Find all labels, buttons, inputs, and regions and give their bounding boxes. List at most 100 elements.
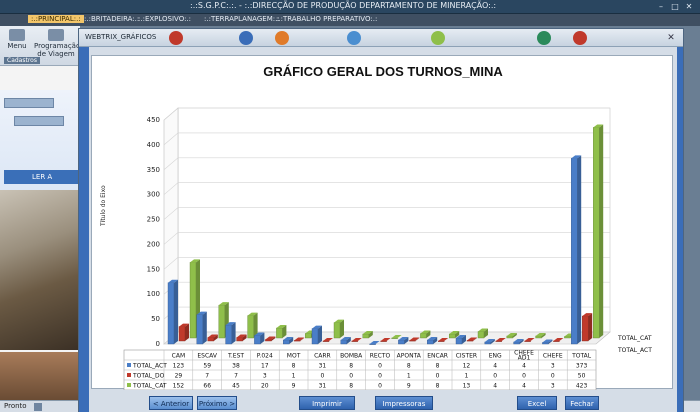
data-label: 38 — [232, 363, 240, 370]
bar-total_cat — [391, 337, 398, 339]
book-icon[interactable] — [573, 31, 587, 45]
data-label: 1 — [464, 373, 468, 380]
globe-icon[interactable] — [347, 31, 361, 45]
y-tick-label: 250 — [147, 216, 160, 224]
data-label: 8 — [349, 383, 353, 390]
data-label: 13 — [463, 383, 471, 390]
world-icon[interactable] — [537, 31, 551, 45]
menu-principal[interactable]: :.:PRINCIPAL:.: — [28, 15, 84, 23]
bar-total_do — [380, 340, 387, 342]
tool-icon[interactable] — [431, 31, 445, 45]
data-label: 8 — [436, 383, 440, 390]
bar-total_cat — [276, 327, 283, 339]
data-label: 8 — [292, 363, 296, 370]
stop-icon[interactable] — [169, 31, 183, 45]
bar-total_do — [178, 326, 186, 342]
bar-total_cat — [189, 262, 197, 339]
chart-area: GRÁFICO GERAL DOS TURNOS_MINA Título do … — [91, 55, 673, 390]
bar-total_act — [484, 341, 491, 345]
printers-button[interactable]: Impressoras — [375, 396, 433, 410]
data-label: 4 — [493, 363, 497, 370]
programacao-viagem-button[interactable]: Programação de Viagem — [34, 29, 81, 58]
close-button[interactable]: Fechar — [565, 396, 599, 410]
previous-button[interactable]: < Anterior — [149, 396, 193, 410]
data-label: 59 — [203, 363, 211, 370]
bar-total_cat — [564, 336, 571, 339]
y-tick-label: 150 — [147, 265, 160, 273]
data-label: 9 — [407, 383, 411, 390]
x-tick-label: T.EST — [227, 353, 244, 360]
data-label: 0 — [349, 373, 353, 380]
bar-total_act — [311, 328, 319, 345]
x-tick-label: TOTAL — [571, 353, 592, 360]
bar-total_cat — [362, 333, 369, 339]
bar-total_act — [542, 342, 549, 345]
x-tick-label: CHEFE — [543, 353, 563, 360]
data-label: 7 — [205, 373, 209, 380]
data-label: 373 — [576, 363, 588, 370]
data-label: 3 — [263, 373, 267, 380]
legend-swatch — [127, 363, 131, 367]
menu-terraplanagem[interactable]: :.:TERRAPLANAGEM:.: — [204, 15, 280, 23]
bar-total_cat — [506, 335, 513, 339]
data-label: 31 — [319, 383, 327, 390]
menu-trabalho-preparativo[interactable]: :.:TRABALHO PREPARATIVO:.: — [276, 15, 377, 23]
data-label: 0 — [320, 373, 324, 380]
bar-total_cat — [304, 333, 312, 339]
bar-total_do — [207, 337, 215, 342]
bar-side — [340, 319, 344, 338]
data-label: 31 — [319, 363, 327, 370]
user-icon[interactable] — [275, 31, 289, 45]
bar-total_do — [466, 340, 474, 342]
menu-button[interactable]: Menu — [6, 29, 28, 50]
bar-total_do — [582, 315, 589, 342]
save-icon[interactable] — [239, 31, 253, 45]
bar-total_act — [254, 335, 261, 345]
x-tick-label: ENG — [489, 353, 502, 360]
data-label: 4 — [493, 383, 497, 390]
legend-swatch — [127, 373, 131, 377]
bar-total_do — [351, 340, 358, 342]
chart-plot: 050100150200250300350400450TOTAL_CATTOTA… — [123, 107, 652, 390]
data-label: 29 — [175, 373, 183, 380]
bar-total_do — [524, 340, 531, 342]
status-text: Pronto — [4, 402, 27, 410]
bar-total_cat — [477, 331, 485, 339]
data-label: 7 — [234, 373, 238, 380]
bar-total_act — [398, 339, 405, 345]
bar-total_act — [571, 158, 578, 345]
app-titlebar: :.:S.G.P.C:.:. - :.:DIRECÇÃO DE PRODUÇÃO… — [0, 0, 700, 14]
data-label: 45 — [232, 383, 240, 390]
bar-total_act — [340, 339, 348, 345]
menu-icon — [9, 29, 25, 41]
close-icon[interactable]: ✕ — [684, 2, 694, 12]
maximize-icon[interactable]: □ — [670, 2, 680, 12]
menu-explosivo[interactable]: :.:EXPLOSIVO:.: — [138, 15, 191, 23]
programacao-viagem-label: Programação de Viagem — [34, 42, 81, 58]
excel-button[interactable]: Excel — [517, 396, 557, 410]
data-label: 17 — [261, 363, 269, 370]
y-tick-label: 300 — [147, 191, 160, 199]
legend-label: TOTAL_CAT — [132, 383, 167, 390]
y-tick-label: 100 — [147, 290, 160, 298]
bar-side — [318, 325, 322, 344]
menu-britadeira[interactable]: :.:BRITADEIRA:.: — [84, 15, 139, 23]
data-label: 12 — [463, 363, 471, 370]
minimize-icon[interactable]: – — [656, 2, 666, 12]
x-tick-label: CAM — [172, 353, 185, 360]
bar-side — [231, 322, 236, 344]
print-button[interactable]: Imprimir — [299, 396, 355, 410]
y-tick-label: 0 — [156, 340, 160, 348]
ler-button[interactable]: LER A — [4, 170, 78, 184]
equipment-image — [14, 116, 64, 126]
bar-total_act — [513, 341, 520, 345]
mine-photo-2 — [0, 352, 80, 400]
menu-button-label: Menu — [7, 42, 27, 50]
data-label: 0 — [378, 363, 382, 370]
bar-total_cat — [420, 333, 427, 339]
x-tick-label: APONTA — [397, 353, 422, 360]
next-button[interactable]: Próximo > — [197, 396, 237, 410]
dialog-close-icon[interactable]: ✕ — [665, 32, 677, 44]
bar-total_cat — [218, 304, 226, 339]
data-label: 3 — [551, 363, 555, 370]
